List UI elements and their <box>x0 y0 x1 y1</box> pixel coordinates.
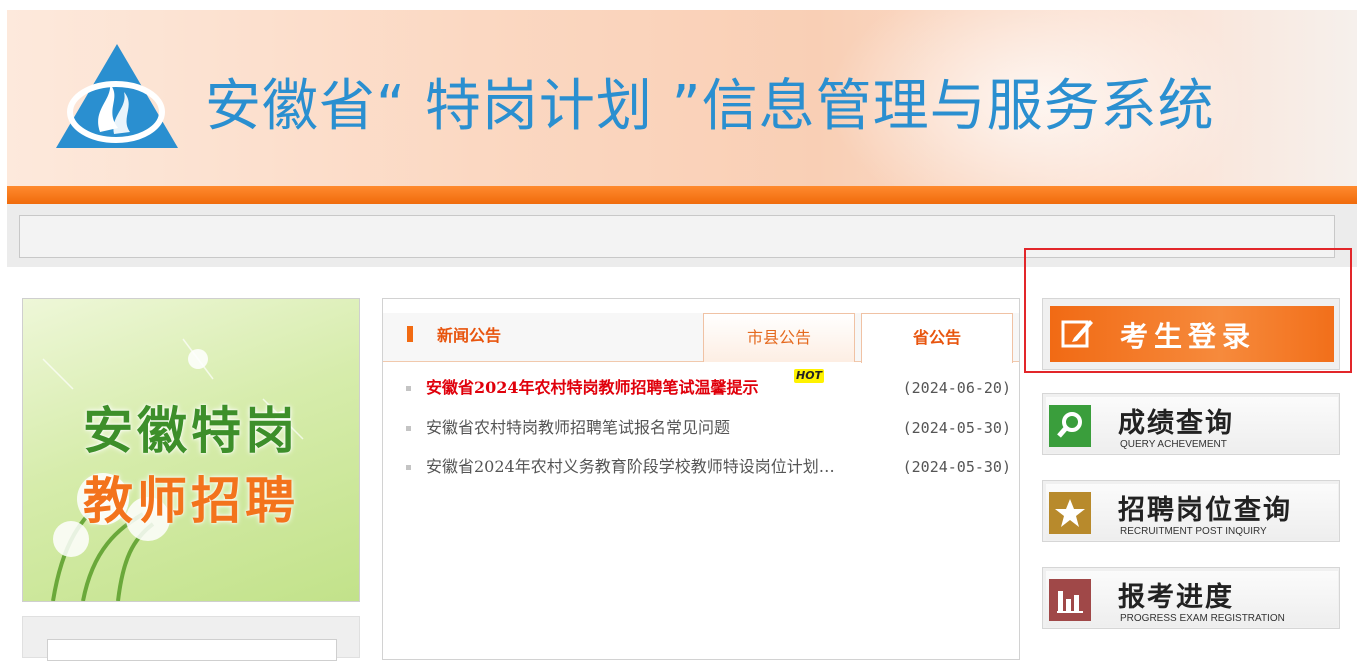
bullet <box>406 465 411 470</box>
news-item-date: (2024-06-20) <box>902 379 1011 397</box>
left-sidebar-box <box>22 616 360 661</box>
bullet <box>406 426 411 431</box>
news-item-title[interactable]: 安徽省农村特岗教师招聘笔试报名常见问题 <box>426 413 856 443</box>
news-item[interactable]: 安徽省2024年农村特岗教师招聘笔试温馨提示 HOT (2024-06-20) <box>383 369 1019 403</box>
exam-progress-button[interactable]: 报考进度 PROGRESS EXAM REGISTRATION <box>1046 571 1338 627</box>
tab-provincial-notice[interactable]: 省公告 <box>861 313 1013 363</box>
news-item-date: (2024-05-30) <box>902 419 1011 437</box>
site-title: 安徽省“ 特岗计划 ”信息管理与服务系统 <box>205 74 1215 139</box>
news-item[interactable]: 安徽省2024年农村义务教育阶段学校教师特设岗位计划… (2024-05-30) <box>383 452 1019 482</box>
star-icon <box>1049 492 1091 534</box>
bullet <box>406 386 411 391</box>
news-panel: 新闻公告 市县公告 省公告 安徽省2024年农村特岗教师招聘笔试温馨提示 HOT… <box>382 298 1020 660</box>
nav-bar <box>7 186 1357 204</box>
left-sidebar-inner <box>47 639 337 661</box>
login-button-label: 考生登录 <box>1120 320 1257 353</box>
news-item-title[interactable]: 安徽省2024年农村特岗教师招聘笔试温馨提示 <box>426 373 759 403</box>
post-inquiry-label: 招聘岗位查询 <box>1118 495 1292 526</box>
section-marker <box>407 326 413 342</box>
exam-progress-sublabel: PROGRESS EXAM REGISTRATION <box>1120 613 1285 624</box>
score-query-sublabel: QUERY ACHEVEMENT <box>1120 439 1227 450</box>
promo-title-line2: 教师招聘 <box>83 472 299 530</box>
score-query-label: 成绩查询 <box>1118 408 1234 439</box>
score-query-frame: 成绩查询 QUERY ACHEVEMENT <box>1042 393 1340 455</box>
news-section-title: 新闻公告 <box>437 326 502 345</box>
news-item-title[interactable]: 安徽省2024年农村义务教育阶段学校教师特设岗位计划… <box>426 452 856 482</box>
logo-icon <box>56 44 178 148</box>
news-header: 新闻公告 市县公告 省公告 <box>383 313 1019 363</box>
promo-title-line1: 安徽特岗 <box>83 402 299 460</box>
news-item[interactable]: 安徽省农村特岗教师招聘笔试报名常见问题 (2024-05-30) <box>383 413 1019 443</box>
tab-city-county-notice[interactable]: 市县公告 <box>703 313 855 362</box>
edit-icon <box>1061 320 1093 348</box>
bar-chart-icon <box>1049 579 1091 621</box>
post-inquiry-frame: 招聘岗位查询 RECRUITMENT POST INQUIRY <box>1042 480 1340 542</box>
header-banner: 安徽省“ 特岗计划 ”信息管理与服务系统 <box>7 10 1357 186</box>
news-item-date: (2024-05-30) <box>902 458 1011 476</box>
exam-progress-label: 报考进度 <box>1118 582 1234 613</box>
recruitment-promo-image[interactable]: 安徽特岗 教师招聘 <box>22 298 360 602</box>
progress-frame: 报考进度 PROGRESS EXAM REGISTRATION <box>1042 567 1340 629</box>
search-icon <box>1049 405 1091 447</box>
score-query-button[interactable]: 成绩查询 QUERY ACHEVEMENT <box>1046 397 1338 453</box>
hot-badge: HOT <box>794 369 825 383</box>
candidate-login-button[interactable]: 考生登录 <box>1050 306 1334 362</box>
post-inquiry-sublabel: RECRUITMENT POST INQUIRY <box>1120 526 1267 537</box>
login-button-frame: 考生登录 <box>1042 298 1340 370</box>
post-inquiry-button[interactable]: 招聘岗位查询 RECRUITMENT POST INQUIRY <box>1046 484 1338 540</box>
